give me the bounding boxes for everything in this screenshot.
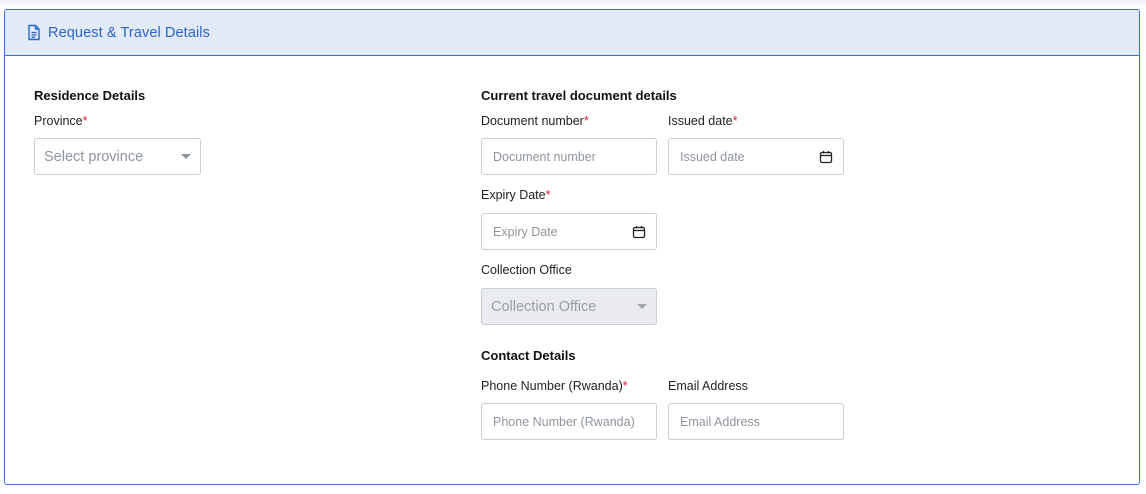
required-mark: * [732,114,738,128]
travel-document-heading: Current travel document details [481,88,677,103]
document-icon [26,24,42,41]
chevron-down-icon [637,304,647,309]
phone-number-label-text: Phone Number (Rwanda) [481,379,623,393]
expiry-date-placeholder: Expiry Date [493,224,558,239]
collection-office-placeholder: Collection Office [491,298,597,315]
email-address-field[interactable]: Email Address [668,403,844,440]
residence-details-heading: Residence Details [34,88,146,103]
phone-number-label: Phone Number (Rwanda)* [481,379,628,393]
required-mark: * [82,114,88,128]
collection-office-label: Collection Office [481,263,572,277]
province-label: Province* [34,114,88,128]
expiry-date-label-text: Expiry Date [481,188,546,202]
contact-details-heading: Contact Details [481,348,576,363]
document-number-label: Document number* [481,114,589,128]
phone-number-placeholder: Phone Number (Rwanda) [493,414,635,429]
issued-date-label-text: Issued date [668,114,733,128]
issued-date-placeholder: Issued date [680,149,745,164]
top-shadow [0,0,1146,6]
expiry-date-field[interactable]: Expiry Date [481,213,657,250]
issued-date-field[interactable]: Issued date [668,138,844,175]
required-mark: * [545,188,551,202]
calendar-icon[interactable] [632,225,646,239]
calendar-icon[interactable] [819,150,833,164]
panel-header[interactable]: Request & Travel Details [5,10,1139,56]
document-number-placeholder: Document number [493,149,596,164]
email-address-label: Email Address [668,379,748,393]
expiry-date-label: Expiry Date* [481,188,550,202]
collection-office-select[interactable]: Collection Office [481,288,657,325]
required-mark: * [583,114,589,128]
chevron-down-icon [181,154,191,159]
issued-date-label: Issued date* [668,114,738,128]
email-address-placeholder: Email Address [680,414,760,429]
panel-title: Request & Travel Details [48,24,210,41]
province-select[interactable]: Select province [34,138,201,175]
phone-number-field[interactable]: Phone Number (Rwanda) [481,403,657,440]
required-mark: * [622,379,628,393]
province-select-placeholder: Select province [44,148,144,165]
document-number-field[interactable]: Document number [481,138,657,175]
document-number-label-text: Document number [481,114,584,128]
province-label-text: Province [34,114,83,128]
